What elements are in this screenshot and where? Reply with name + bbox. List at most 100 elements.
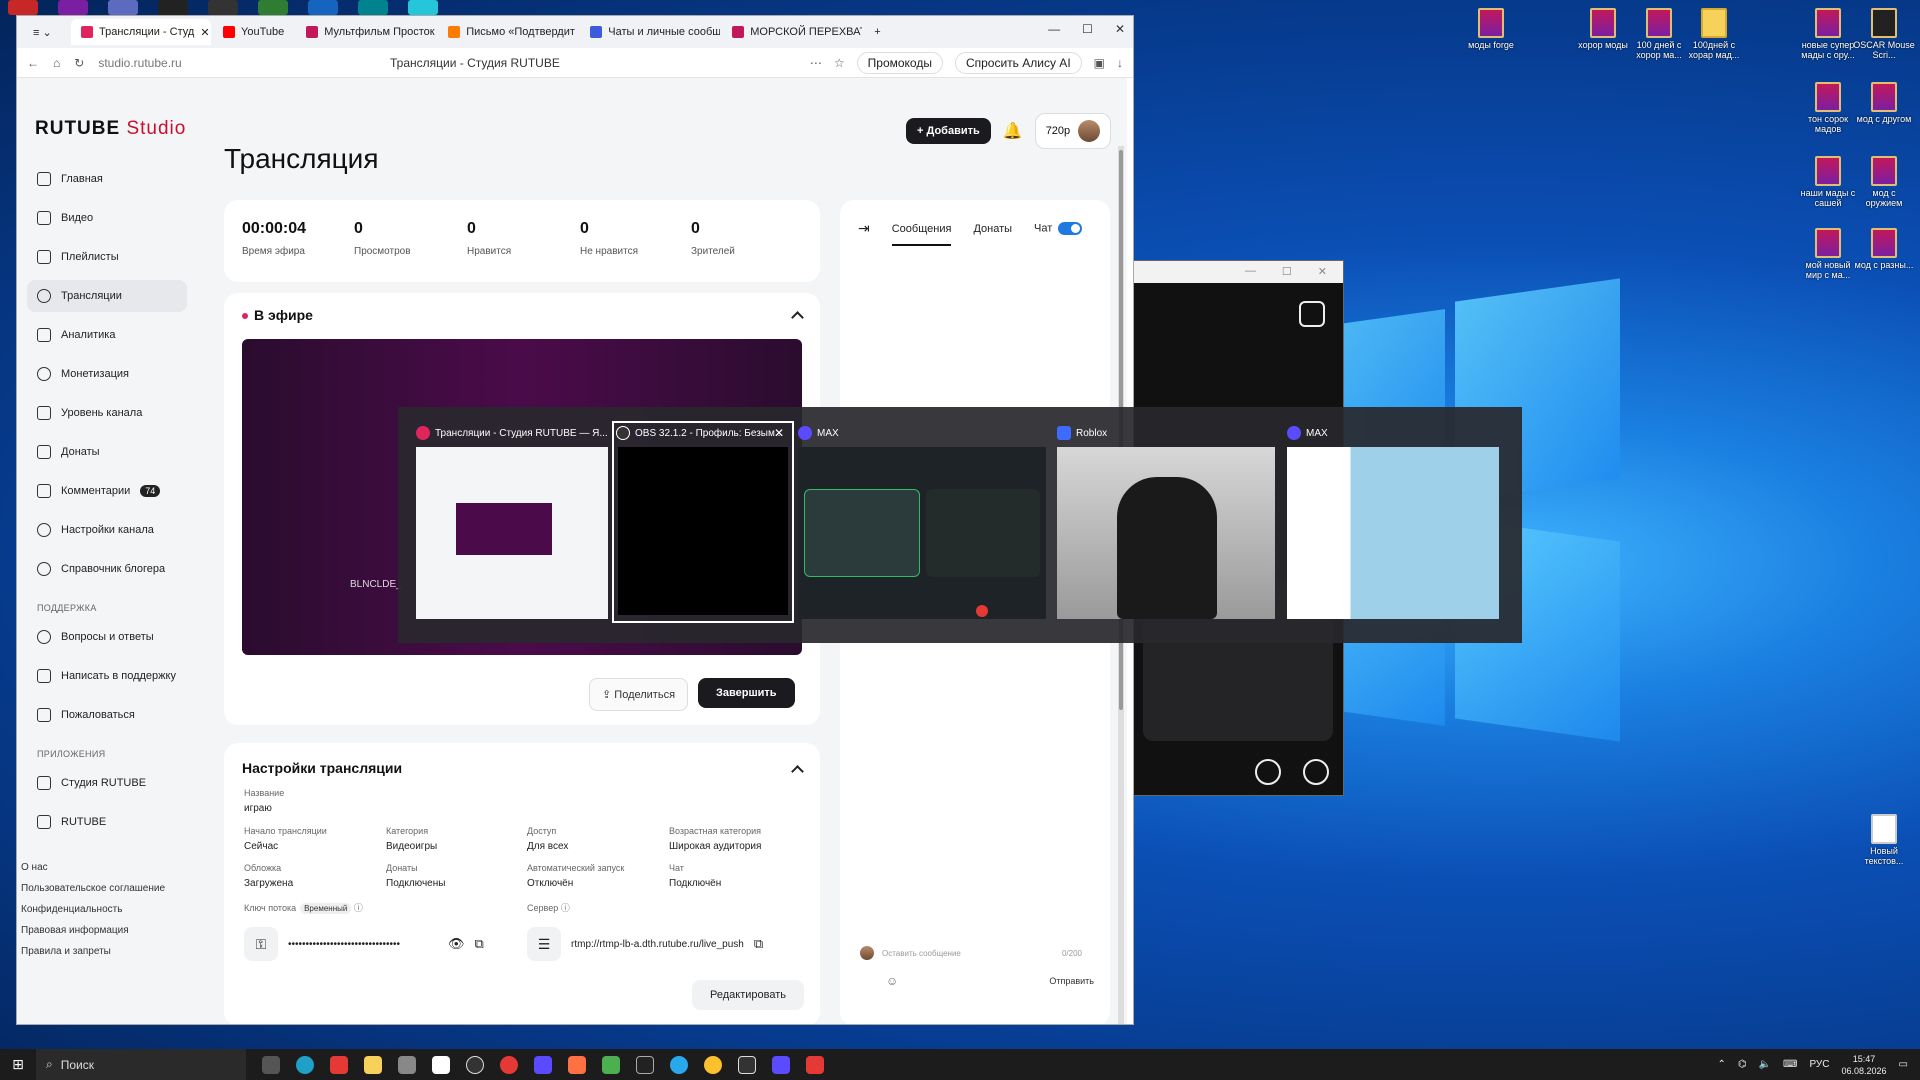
windows-start-icon[interactable]: ⊞	[0, 1056, 36, 1073]
app-icon[interactable]	[568, 1055, 586, 1074]
tab-messages[interactable]: Сообщения	[891, 223, 952, 246]
tab-donates[interactable]: Донаты	[973, 223, 1012, 235]
maximize-icon[interactable]: ☐	[1282, 265, 1292, 279]
telegram-icon[interactable]	[670, 1055, 688, 1074]
browser-menu-button[interactable]: ≡ ⌄	[23, 19, 69, 45]
sidebar-item-faq[interactable]: Вопросы и ответы	[27, 621, 187, 653]
sidebar-item-blogger-guide[interactable]: Справочник блогера	[27, 553, 187, 585]
copy-icon[interactable]: ⧉	[754, 936, 763, 952]
notifications-icon[interactable]: ▭	[1899, 1059, 1908, 1070]
alttab-item-roblox[interactable]: Roblox	[1057, 425, 1275, 625]
tab-rutube[interactable]: Трансляции - Студ ✕	[71, 19, 211, 45]
alice-button[interactable]: Спросить Алису AI	[954, 51, 1082, 74]
sidebar-item-analytics[interactable]: Аналитика	[27, 319, 187, 351]
desktop-icon[interactable]: мод с другом	[1853, 82, 1915, 124]
help-icon[interactable]: ⓘ	[354, 903, 363, 913]
bell-icon[interactable]: 🔔	[1003, 121, 1023, 141]
extensions-icon[interactable]: ▣	[1094, 56, 1105, 70]
add-button[interactable]: + Добавить	[906, 118, 991, 144]
desktop-icon[interactable]: моды forge	[1460, 8, 1522, 50]
taskbar-search[interactable]: ⌕ Поиск	[36, 1049, 246, 1080]
footer-link[interactable]: Пользовательское соглашение	[21, 883, 187, 894]
sidebar-item-channel-level[interactable]: Уровень канала	[27, 397, 187, 429]
url-field[interactable]: studio.rutube.ru	[98, 56, 181, 70]
home-icon[interactable]: ⌂	[53, 56, 60, 70]
more-icon[interactable]: ⋯	[810, 56, 822, 70]
minimize-icon[interactable]: —	[1048, 22, 1060, 36]
copy-icon[interactable]: ⧉	[475, 936, 484, 952]
layout-icon[interactable]	[1299, 301, 1325, 327]
footer-link[interactable]: Правила и запреты	[21, 946, 187, 957]
edit-button[interactable]: Редактировать	[692, 980, 804, 1010]
share-button[interactable]: ⇪ Поделиться	[589, 678, 689, 711]
desktop-icon[interactable]: наши мады с сашей	[1797, 156, 1859, 208]
back-icon[interactable]: ←	[27, 56, 39, 70]
chevron-up-icon[interactable]: ⌃	[1717, 1059, 1725, 1070]
tab-mail[interactable]: Письмо «Подтвердит	[438, 19, 578, 45]
alttab-item-rutube[interactable]: Трансляции - Студия RUTUBE — Я...	[416, 425, 608, 625]
desktop-icon[interactable]: мод с оружием	[1853, 156, 1915, 208]
chat-toggle-switch[interactable]	[1058, 222, 1083, 235]
gear-icon[interactable]	[1303, 759, 1329, 785]
alttab-item-max-2[interactable]: MAX	[1287, 425, 1499, 625]
collapse-chevron-icon[interactable]	[791, 311, 804, 324]
yandex-browser-icon[interactable]	[500, 1055, 518, 1074]
tab-chats[interactable]: Чаты и личные сообщ	[580, 19, 720, 45]
collapse-chat-icon[interactable]: ⇥	[858, 220, 870, 237]
eye-icon[interactable]: 👁	[448, 936, 465, 952]
sidebar-item-comments[interactable]: Комментарии 74	[27, 475, 187, 507]
chat-input[interactable]: Оставить сообщение	[882, 949, 1054, 958]
desktop-icon[interactable]: тон сорок мадов	[1797, 82, 1859, 134]
chrome-icon[interactable]	[704, 1055, 722, 1074]
keyboard-icon[interactable]: ⌨	[1783, 1059, 1797, 1070]
desktop-icon[interactable]: хорор моды	[1572, 8, 1634, 50]
epic-icon[interactable]	[636, 1055, 654, 1074]
minecraft-icon[interactable]	[602, 1055, 620, 1074]
download-icon[interactable]: ↓	[1117, 56, 1123, 70]
task-view-icon[interactable]	[262, 1055, 280, 1074]
desktop-icon[interactable]: новые супер мады с ору...	[1797, 8, 1859, 60]
maximize-icon[interactable]: ☐	[1082, 22, 1093, 36]
bookmark-icon[interactable]: ☆	[834, 56, 845, 70]
help-icon[interactable]: ⓘ	[561, 903, 570, 913]
end-stream-button[interactable]: Завершить	[698, 678, 795, 708]
avatar[interactable]	[1078, 120, 1101, 142]
footer-link[interactable]: Конфиденциальность	[21, 904, 187, 915]
sidebar-item-rutube-app[interactable]: RUTUBE	[27, 806, 187, 838]
obs-icon[interactable]	[466, 1055, 484, 1074]
emoji-icon[interactable]: ☺	[886, 974, 898, 988]
sidebar-item-monetization[interactable]: Монетизация	[27, 358, 187, 390]
desktop-icon[interactable]: 100дней с хорар мад...	[1683, 8, 1745, 60]
reload-icon[interactable]: ↻	[74, 56, 84, 70]
mail-icon[interactable]	[398, 1055, 416, 1074]
language-indicator[interactable]: РУС	[1809, 1059, 1829, 1070]
quality-selector[interactable]: 720p	[1034, 113, 1112, 149]
collapse-chevron-icon[interactable]	[791, 765, 804, 778]
rutube-studio-logo[interactable]: RUTUBE Studio	[35, 118, 186, 140]
close-icon[interactable]: ✕	[1115, 22, 1125, 36]
alttab-item-max[interactable]: MAX	[798, 425, 1046, 625]
app-icon[interactable]	[534, 1055, 552, 1074]
edge-icon[interactable]	[296, 1055, 314, 1074]
desktop-icon[interactable]: мод с разны...	[1853, 228, 1915, 270]
tab-cartoon[interactable]: Мультфильм Просток	[296, 19, 436, 45]
sidebar-item-video[interactable]: Видео	[27, 202, 187, 234]
sidebar-item-studio-app[interactable]: Студия RUTUBE	[27, 767, 187, 799]
close-icon[interactable]: ✕	[1318, 265, 1327, 279]
app-icon[interactable]	[432, 1055, 450, 1074]
new-tab-button[interactable]: +	[864, 19, 890, 45]
clock[interactable]: 15:47 06.08.2026	[1842, 1053, 1887, 1077]
max-app-icon[interactable]	[772, 1055, 790, 1074]
sidebar-item-broadcasts[interactable]: Трансляции	[27, 280, 187, 312]
desktop-icon[interactable]: OSCAR Mouse Scri...	[1853, 8, 1915, 60]
alttab-item-obs[interactable]: OBS 32.1.2 - Профиль: Безым... ✕	[612, 421, 794, 623]
chat-toggle[interactable]: Чат	[1034, 222, 1083, 235]
footer-link[interactable]: О нас	[21, 862, 187, 873]
network-icon[interactable]: ⌬	[1738, 1059, 1747, 1070]
close-icon[interactable]: ✕	[774, 426, 784, 440]
tab-sea[interactable]: МОРСКОЙ ПЕРЕХВАТ	[722, 19, 862, 45]
chat-bubble-icon[interactable]	[1255, 759, 1281, 785]
minimize-icon[interactable]: —	[1245, 265, 1256, 279]
volume-icon[interactable]: 🔈	[1759, 1059, 1771, 1070]
sidebar-item-donates[interactable]: Донаты	[27, 436, 187, 468]
